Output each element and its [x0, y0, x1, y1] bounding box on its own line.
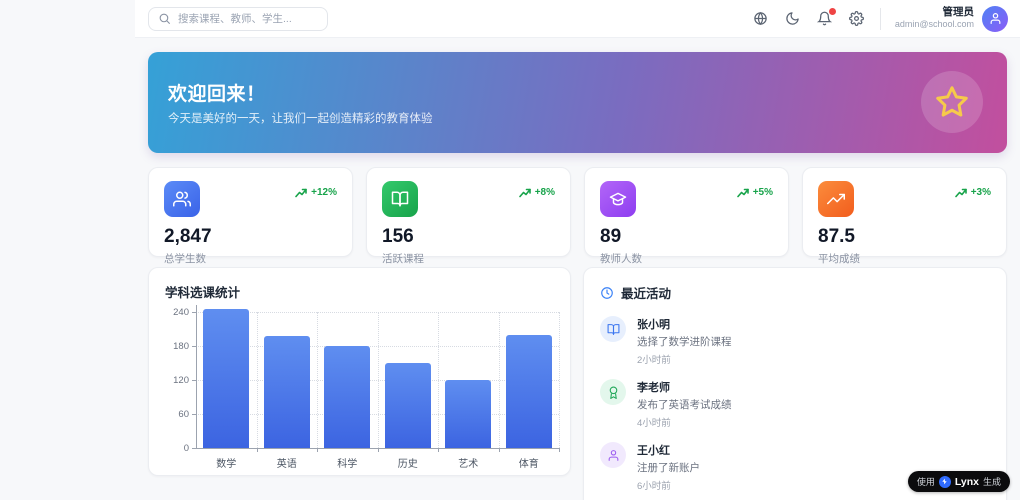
- x-axis-tick-label: 英语: [276, 459, 297, 470]
- x-axis-line: [192, 448, 559, 449]
- badge-suffix: 生成: [982, 477, 1001, 487]
- graduation-cap-icon: [600, 181, 636, 217]
- y-axis-line: [196, 305, 197, 448]
- main-content: 欢迎回来！ 今天是美好的一天，让我们一起创造精彩的教育体验 +12% 2,847…: [148, 0, 1007, 500]
- recent-activity-card: 最近活动 张小明 选择了数学进阶课程 2小时前 李老师 发布了英语考试成绩 4小…: [583, 267, 1007, 500]
- award-icon: [600, 379, 626, 405]
- gridline: [256, 312, 258, 448]
- x-axis-tick-label: 数学: [216, 459, 237, 470]
- trending-up-icon: [818, 181, 854, 217]
- book-icon: [382, 181, 418, 217]
- trend-indicator: +3%: [954, 187, 991, 198]
- stat-label: 活跃课程: [382, 253, 424, 265]
- chart-bar: [445, 380, 492, 448]
- y-axis-tick-label: 240: [173, 306, 189, 318]
- chart-bar: [263, 335, 310, 448]
- trend-up-icon: [518, 188, 531, 198]
- stat-card: +12% 2,847 总学生数: [148, 167, 353, 265]
- y-axis-tick-label: 120: [173, 374, 189, 386]
- gridline: [559, 312, 560, 448]
- trend-value: +8%: [534, 187, 555, 198]
- activity-timestamp: 2小时前: [637, 355, 671, 366]
- trend-indicator: +12%: [295, 187, 337, 198]
- badge-prefix: 使用: [916, 477, 935, 487]
- activity-description: 发布了英语考试成绩: [637, 399, 732, 411]
- activity-timestamp: 6小时前: [637, 481, 671, 492]
- x-axis-tick-label: 历史: [397, 459, 418, 470]
- gridline: [438, 312, 439, 448]
- users-icon: [164, 181, 200, 217]
- chart-bar: [324, 346, 371, 448]
- activity-description: 选择了数学进阶课程: [637, 336, 732, 348]
- stat-label: 教师人数: [600, 253, 642, 265]
- trend-indicator: +8%: [518, 187, 555, 198]
- stat-label: 平均成绩: [818, 253, 860, 265]
- activity-user-name: 张小明: [637, 319, 670, 331]
- chart-bar: [384, 363, 431, 448]
- stat-label: 总学生数: [164, 253, 206, 265]
- activity-description: 注册了新账户: [637, 462, 700, 474]
- stat-card: +5% 89 教师人数: [584, 167, 789, 265]
- trend-indicator: +5%: [736, 187, 773, 198]
- welcome-banner: 欢迎回来！ 今天是美好的一天，让我们一起创造精彩的教育体验: [148, 52, 1007, 153]
- lynx-generated-badge[interactable]: 使用 Lynx 生成: [907, 471, 1010, 492]
- x-axis-tick-label: 体育: [518, 459, 539, 470]
- gridline: [498, 312, 500, 448]
- trend-value: +12%: [311, 187, 337, 198]
- clock-icon: [600, 286, 614, 300]
- x-axis-tick-label: 科学: [337, 459, 358, 470]
- stat-card: +8% 156 活跃课程: [366, 167, 571, 265]
- gridline: [317, 312, 318, 448]
- chart-plot: 0 60 120 180 240 数学 英语 科学 历史 艺术 体育: [149, 268, 570, 475]
- y-axis-tick-label: 0: [183, 442, 189, 454]
- trend-value: +5%: [752, 187, 773, 198]
- activity-user-name: 李老师: [637, 382, 670, 394]
- activity-item: 李老师 发布了英语考试成绩 4小时前: [600, 379, 990, 429]
- stat-value: 87.5: [818, 226, 855, 247]
- activity-user-name: 王小红: [637, 445, 670, 457]
- stat-value: 89: [600, 226, 622, 247]
- y-axis-tick-label: 180: [173, 340, 189, 352]
- activity-header: 最近活动: [600, 283, 990, 302]
- stats-row: +12% 2,847 总学生数 +8% 156 活跃课程 +5% 89 教师人数: [148, 167, 1007, 265]
- activity-timestamp: 4小时前: [637, 418, 671, 429]
- book-icon: [600, 316, 626, 342]
- welcome-title: 欢迎回来！: [168, 84, 266, 105]
- activity-title: 最近活动: [621, 287, 672, 301]
- stat-card: +3% 87.5 平均成绩: [802, 167, 1007, 265]
- trend-up-icon: [295, 188, 307, 198]
- welcome-subtitle: 今天是美好的一天，让我们一起创造精彩的教育体验: [168, 113, 433, 125]
- chart-bar: [203, 309, 250, 448]
- chart-card: 学科选课统计 0 60 120 180 240 数学 英语 科学 历史 艺术 体育: [148, 267, 571, 476]
- trend-value: +3%: [970, 187, 991, 198]
- gridline: [377, 312, 379, 448]
- lynx-logo-icon: [938, 475, 951, 488]
- trend-up-icon: [736, 188, 749, 198]
- user-icon: [600, 442, 626, 468]
- axis-tick: [559, 448, 560, 452]
- chart-bar: [505, 334, 552, 448]
- badge-brand: Lynx: [954, 475, 979, 488]
- stat-value: 156: [382, 226, 414, 247]
- stat-value: 2,847: [164, 226, 212, 247]
- y-axis-tick-label: 60: [178, 408, 189, 420]
- banner-decoration-circle: [921, 71, 983, 133]
- activity-item: 张小明 选择了数学进阶课程 2小时前: [600, 316, 990, 366]
- star-icon: [934, 84, 970, 120]
- trend-up-icon: [954, 188, 967, 198]
- x-axis-tick-label: 艺术: [458, 459, 479, 470]
